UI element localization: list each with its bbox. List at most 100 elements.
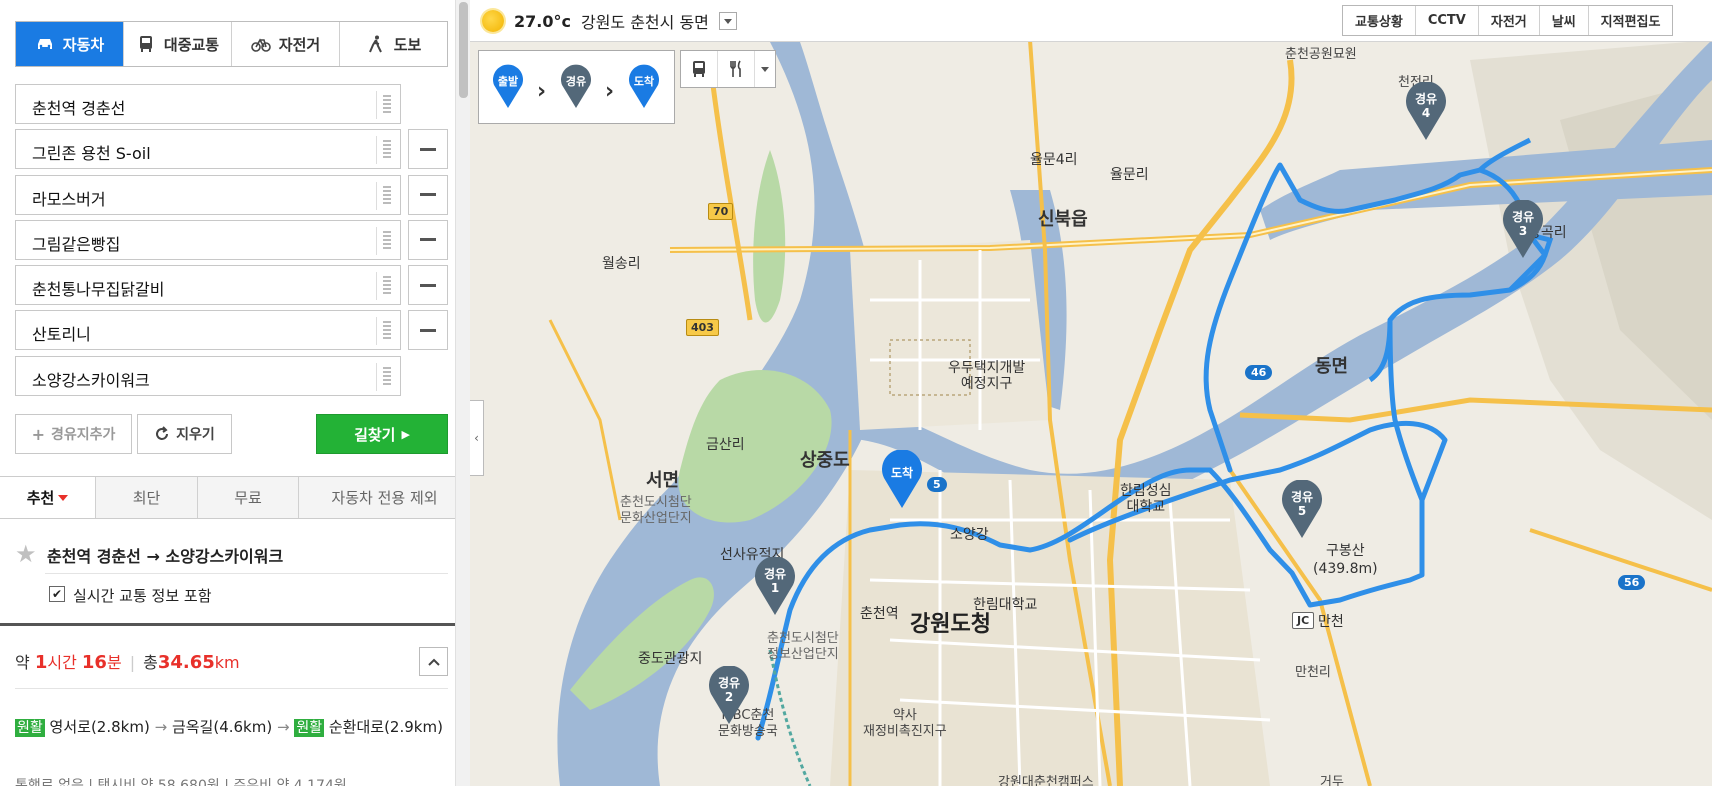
waypoint-pin-1[interactable]: 경유 1	[753, 556, 797, 617]
drag-handle-icon[interactable]	[383, 140, 391, 161]
distance-value: 34.65	[157, 652, 215, 673]
map-label: 월송리	[602, 256, 641, 272]
minus-icon	[420, 328, 436, 332]
sidebar: 자동차 대중교통 자전거 도보 춘천역 경춘선 그린존 용천 S-oil 라모스…	[0, 0, 470, 786]
path-segment: 순환대로(2.9km)	[328, 718, 443, 736]
drag-handle-icon[interactable]	[383, 230, 391, 251]
drag-handle-icon[interactable]	[383, 185, 391, 206]
map-label: 거두	[1320, 775, 1344, 786]
minus-icon	[420, 193, 436, 197]
drag-handle-icon[interactable]	[383, 276, 391, 297]
waypoint-row-destination: 소양강스카이워크	[15, 355, 450, 396]
waypoint-pin-2[interactable]: 경유 2	[707, 665, 751, 726]
tab-public-transport[interactable]: 대중교통	[124, 22, 232, 66]
add-waypoint-button[interactable]: + 경유지추가	[15, 414, 132, 454]
tab-exclude-motorway-label: 자동차 전용 제외	[331, 489, 438, 507]
clear-button[interactable]: 지우기	[137, 414, 232, 454]
find-route-button[interactable]: 길찾기 ▶	[316, 414, 448, 454]
destination-pin[interactable]: 도착	[880, 449, 924, 510]
collapse-details-button[interactable]	[419, 647, 448, 676]
tab-car[interactable]: 자동차	[16, 22, 124, 66]
tab-free[interactable]: 무료	[198, 477, 299, 518]
map-label: 구봉산 (439.8m)	[1313, 543, 1378, 577]
remove-waypoint-button[interactable]	[408, 129, 448, 170]
pin-label: 경유	[1414, 92, 1438, 106]
map-view[interactable]: 27.0°c 강원도 춘천시 동면 교통상황 CCTV 자전거 날씨 지적편집도…	[470, 0, 1712, 786]
waypoint-field[interactable]: 라모스버거	[15, 174, 401, 215]
start-field[interactable]: 춘천역 경춘선	[15, 84, 401, 124]
waypoint-field[interactable]: 춘천통나무집닭갈비	[15, 265, 401, 306]
route-time-distance: 약 1시간 16분 | 총34.65km	[15, 652, 240, 673]
map-top-bar: 27.0°c 강원도 춘천시 동면 교통상황 CCTV 자전거 날씨 지적편집도	[470, 0, 1712, 42]
remove-waypoint-button[interactable]	[408, 174, 448, 215]
layer-traffic-button[interactable]: 교통상황	[1343, 6, 1416, 35]
remove-waypoint-button[interactable]	[408, 219, 448, 260]
layer-cctv-button[interactable]: CCTV	[1416, 6, 1479, 35]
chevron-up-icon	[427, 658, 440, 666]
waypoint-field-value: 라모스버거	[32, 189, 106, 209]
traffic-badge: 원활	[15, 719, 45, 737]
hours-unit: 시간	[47, 653, 77, 672]
scrollbar-thumb[interactable]	[459, 2, 468, 98]
drag-handle-icon[interactable]	[383, 95, 391, 115]
pin-label: 경유	[763, 567, 787, 581]
map-label: 춘천역	[860, 606, 899, 622]
chevron-left-icon: ‹	[474, 431, 479, 445]
chevron-down-icon	[761, 66, 770, 72]
path-segment: 영서로(2.8km)	[49, 718, 150, 736]
transport-mode-tabs: 자동차 대중교통 자전거 도보	[15, 21, 448, 67]
bus-icon	[139, 36, 152, 52]
waypoint-row: 그린존 용천 S-oil	[15, 129, 450, 170]
waypoint-field[interactable]: 그린존 용천 S-oil	[15, 129, 401, 170]
remove-waypoint-button[interactable]	[408, 310, 448, 351]
app-root: 자동차 대중교통 자전거 도보 춘천역 경춘선 그린존 용천 S-oil 라모스…	[0, 0, 1712, 786]
pin-number: 1	[770, 581, 780, 595]
find-route-label: 길찾기	[354, 425, 396, 444]
location-dropdown-button[interactable]	[718, 12, 737, 30]
tab-shortest[interactable]: 최단	[96, 477, 198, 518]
drag-handle-icon[interactable]	[383, 366, 391, 387]
tab-bicycle[interactable]: 자전거	[232, 22, 340, 66]
waypoint-pin-3[interactable]: 경유 3	[1501, 199, 1545, 260]
sidebar-scrollbar[interactable]	[455, 0, 470, 786]
pin-label: 경유	[1511, 210, 1535, 224]
drag-handle-icon[interactable]	[383, 321, 391, 342]
chevron-right-icon: ›	[537, 79, 547, 104]
tab-free-label: 무료	[234, 489, 262, 507]
route-option-tabs: 추천 최단 무료 자동차 전용 제외	[0, 476, 470, 519]
minutes-unit: 분	[106, 653, 122, 672]
tab-car-label: 자동차	[62, 35, 105, 54]
legend-via-label: 경유	[565, 75, 587, 88]
route-shield-70: 70	[708, 203, 734, 220]
star-icon[interactable]: ★	[15, 540, 37, 568]
waypoint-list: 춘천역 경춘선 그린존 용천 S-oil 라모스버거 그림같은빵집 춘천통나무집…	[15, 84, 450, 401]
layer-bicycle-button[interactable]: 자전거	[1479, 6, 1540, 35]
tab-walk[interactable]: 도보	[340, 22, 447, 66]
waypoint-field[interactable]: 산토리니	[15, 310, 401, 351]
distance-unit: km	[214, 653, 240, 672]
waypoint-field[interactable]: 그림같은빵집	[15, 219, 401, 260]
poi-dropdown-button[interactable]	[755, 51, 775, 87]
waypoint-pin-4[interactable]: 경유 4	[1404, 81, 1448, 142]
tab-exclude-motorway[interactable]: 자동차 전용 제외	[299, 477, 470, 518]
sidebar-collapse-handle[interactable]: ‹	[470, 400, 484, 476]
tab-recommended[interactable]: 추천	[0, 477, 96, 518]
remove-waypoint-button[interactable]	[408, 265, 448, 306]
waypoint-row: 산토리니	[15, 310, 450, 351]
restaurant-toggle[interactable]	[718, 51, 756, 87]
realtime-traffic-checkbox[interactable]: ✔	[49, 586, 65, 602]
weather-widget[interactable]: 27.0°c 강원도 춘천시 동면	[482, 9, 737, 33]
start-field-value: 춘천역 경춘선	[32, 99, 126, 118]
weather-location: 강원도 춘천시 동면	[580, 13, 709, 32]
pin-label: 경유	[717, 676, 741, 690]
bus-icon	[693, 61, 706, 77]
route-shield-403: 403	[686, 319, 719, 336]
bus-stop-toggle[interactable]	[681, 51, 719, 87]
layer-cadastral-button[interactable]: 지적편집도	[1589, 6, 1673, 35]
layer-weather-button[interactable]: 날씨	[1540, 6, 1589, 35]
pin-label: 경유	[1290, 490, 1314, 504]
route-title: 춘천역 경춘선 → 소양강스카이워크	[47, 547, 284, 566]
waypoint-pin-5[interactable]: 경유 5	[1280, 479, 1324, 540]
destination-field[interactable]: 소양강스카이워크	[15, 355, 401, 396]
route-shield-5: 5	[927, 477, 947, 492]
